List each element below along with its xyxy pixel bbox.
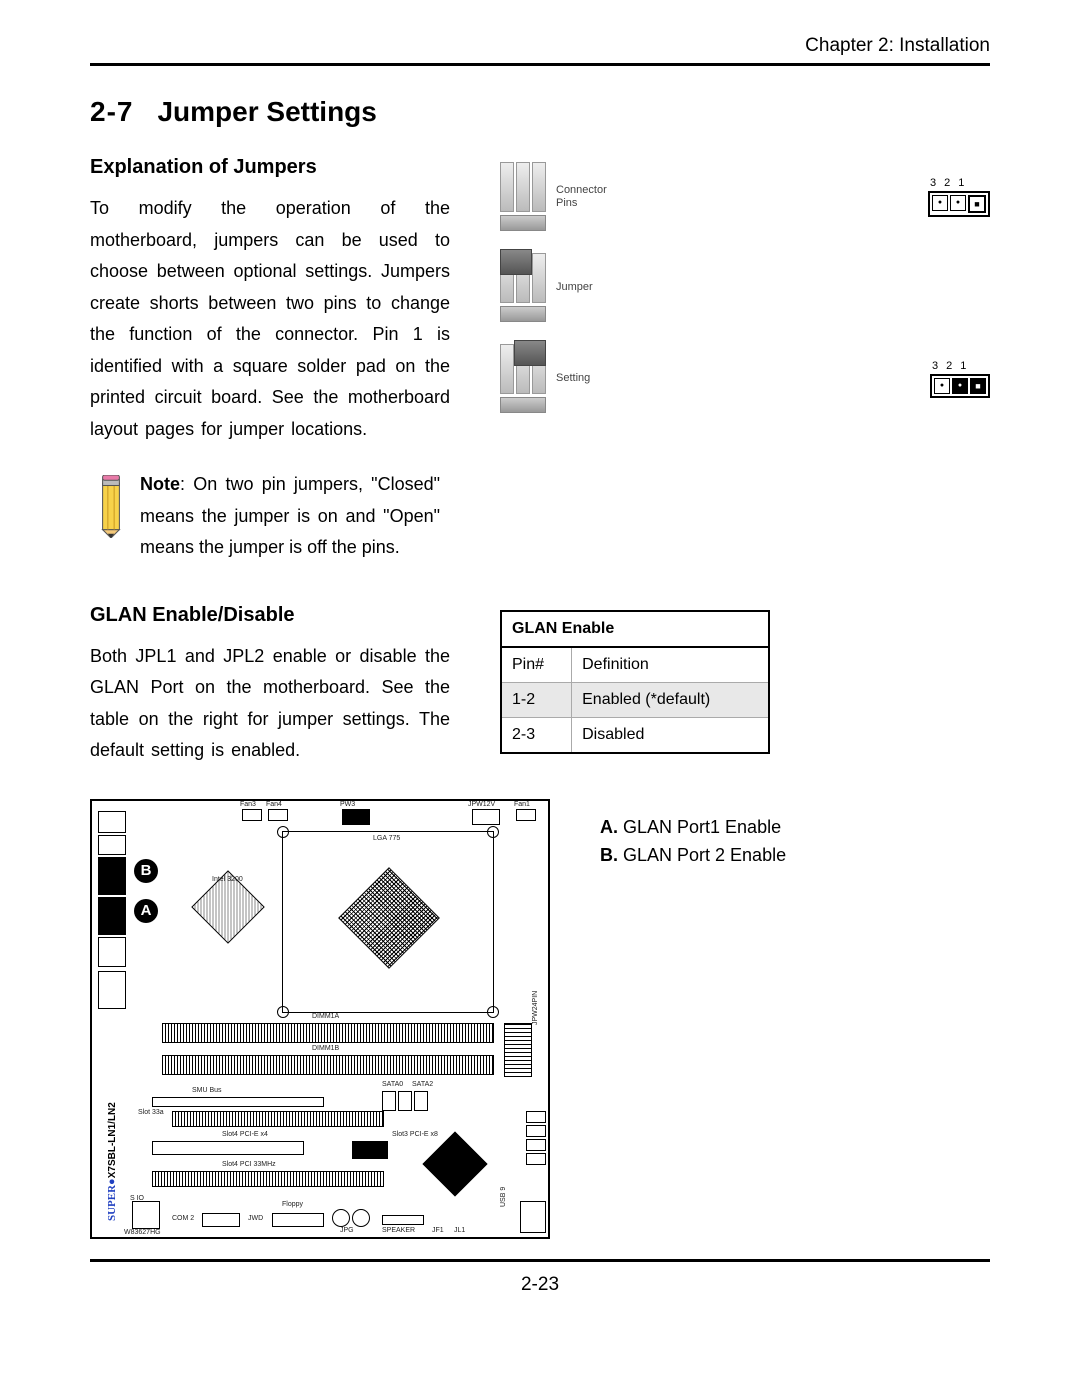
glan-col-def: Definition (572, 647, 769, 683)
lga-label: LGA 775 (373, 835, 400, 842)
marker-a: A (134, 899, 158, 923)
jpg-label: JPG (340, 1227, 354, 1234)
section-number: 2-7 (90, 96, 133, 127)
callout-a-text: GLAN Port1 Enable (618, 817, 781, 837)
smbus-label: SMU Bus (192, 1087, 222, 1094)
pin-num-3b: 3 (932, 360, 938, 372)
sio-label: S IO (130, 1195, 144, 1202)
callout-b-label: B. (600, 845, 618, 865)
sata0-label: SATA0 (382, 1081, 403, 1088)
slot-pci-label: Slot4 PCI 33MHz (222, 1161, 276, 1168)
marker-b: B (134, 859, 158, 883)
explanation-body: To modify the operation of the motherboa… (90, 193, 450, 445)
chapter-header: Chapter 2: Installation (90, 35, 990, 57)
glan-heading: GLAN Enable/Disable (90, 604, 450, 627)
glan-r2-def: Disabled (572, 717, 769, 753)
glan-enable-table: GLAN Enable Pin# Definition 1-2 Enabled … (500, 610, 770, 754)
w83627-label: W83627HG (124, 1229, 161, 1236)
slot-pcie4-label: Slot4 PCI-E x4 (222, 1131, 268, 1138)
dimm1b-label: DIMM1B (312, 1045, 339, 1052)
glan-r1-def: Enabled (*default) (572, 682, 769, 717)
pin-num-1: 1 (958, 177, 964, 189)
note-text: Note: On two pin jumpers, "Closed" means… (140, 469, 440, 564)
callout-b: B. GLAN Port 2 Enable (600, 841, 990, 870)
page-number: 2-23 (90, 1274, 990, 1296)
connector-pins-label: Connector Pins (556, 184, 607, 208)
callout-a: A. GLAN Port1 Enable (600, 813, 990, 842)
jpw12v-label: JPW12V (468, 801, 495, 808)
jumper-diagram: Connector Pins 3 2 1 ■ (500, 162, 990, 413)
glan-r1-pin: 1-2 (501, 682, 572, 717)
callout-b-text: GLAN Port 2 Enable (618, 845, 786, 865)
pin-num-1b: 1 (960, 360, 966, 372)
pw3-label: PW3 (340, 801, 355, 808)
jumper-label: Jumper (556, 281, 593, 293)
pin-num-3: 3 (930, 177, 936, 189)
speaker-label: SPEAKER (382, 1227, 415, 1234)
pencil-icon (90, 475, 132, 543)
pinbox-open: ■ (928, 191, 990, 217)
dimm1a-label: DIMM1A (312, 1013, 339, 1020)
com2-label: COM 2 (172, 1215, 194, 1222)
slot33a-label: Slot 33a (138, 1109, 164, 1116)
section-name: Jumper Settings (157, 96, 376, 127)
fan3-label: Fan3 (240, 801, 256, 808)
motherboard-diagram: B A LGA 775 (90, 799, 550, 1239)
brand-super: SUPER● (106, 1178, 118, 1221)
sata2-label: SATA2 (412, 1081, 433, 1088)
footer-rule (90, 1259, 990, 1262)
glan-table-title: GLAN Enable (501, 611, 769, 647)
floppy-label: Floppy (282, 1201, 303, 1208)
setting-label: Setting (556, 372, 590, 384)
section-title: 2-7 Jumper Settings (90, 96, 990, 128)
jpw24-label: JPW24PIN (532, 990, 539, 1024)
glan-col-pin: Pin# (501, 647, 572, 683)
jf1-label: JF1 (432, 1227, 444, 1234)
pinbox-setting: ■ (930, 374, 990, 398)
explanation-heading: Explanation of Jumpers (90, 156, 450, 179)
slot-pcie8-label: Slot3 PCI-E x8 (392, 1131, 438, 1138)
pin-num-2: 2 (944, 177, 950, 189)
glan-body: Both JPL1 and JPL2 enable or disable the… (90, 641, 450, 767)
fan4-label: Fan4 (266, 801, 282, 808)
fan1-label: Fan1 (514, 801, 530, 808)
intel-3200-label: Intel 3200 (212, 876, 243, 883)
note-label: Note (140, 474, 180, 494)
note-body: : On two pin jumpers, "Closed" means the… (140, 474, 440, 557)
callout-a-label: A. (600, 817, 618, 837)
jwd-label: JWD (248, 1215, 263, 1222)
usb9-label: USB 9 (500, 1186, 507, 1206)
glan-r2-pin: 2-3 (501, 717, 572, 753)
brand-model: X7SBL-LN1/LN2 (107, 1102, 118, 1178)
header-rule (90, 63, 990, 66)
pin-num-2b: 2 (946, 360, 952, 372)
jl1-label: JL1 (454, 1227, 465, 1234)
